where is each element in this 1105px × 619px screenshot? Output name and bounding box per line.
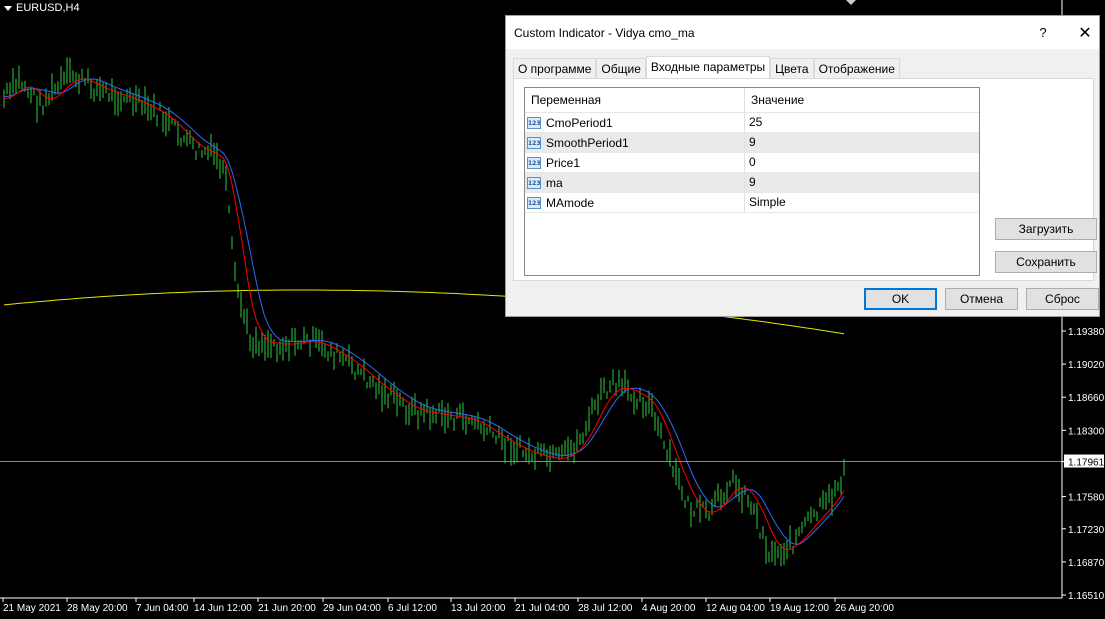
inputs-panel: Переменная Значение 123 CmoPeriod1 25 123… [513, 78, 1097, 281]
price-label: 1.19020 [1068, 360, 1105, 371]
tab-about[interactable]: О программе [513, 58, 597, 79]
load-button[interactable]: Загрузить [995, 218, 1097, 240]
time-label: 21 May 2021 [3, 603, 61, 614]
table-row[interactable]: 123 SmoothPeriod1 9 [525, 133, 979, 153]
price-label: 1.19380 [1068, 327, 1105, 338]
param-value[interactable]: 9 [745, 173, 979, 192]
integer-type-icon: 123 [527, 116, 541, 129]
time-label: 6 Jul 12:00 [388, 603, 437, 614]
price-label: 1.16870 [1068, 558, 1105, 569]
time-label: 29 Jun 04:00 [323, 603, 381, 614]
time-label: 12 Aug 04:00 [706, 603, 765, 614]
ok-button[interactable]: OK [864, 288, 937, 310]
param-value[interactable]: 25 [745, 113, 979, 132]
integer-type-icon: 123 [527, 136, 541, 149]
param-value[interactable]: 0 [745, 153, 979, 172]
time-label: 14 Jun 12:00 [194, 603, 252, 614]
time-label: 28 May 20:00 [67, 603, 128, 614]
time-label: 28 Jul 12:00 [578, 603, 633, 614]
price-label: 1.16510 [1068, 591, 1105, 602]
save-button[interactable]: Сохранить [995, 251, 1097, 273]
table-row[interactable]: 123 MAmode Simple [525, 193, 979, 213]
help-button[interactable]: ? [1036, 25, 1050, 40]
param-name: CmoPeriod1 [546, 115, 613, 130]
dialog-titlebar[interactable]: Custom Indicator - Vidya cmo_ma ? ✕ [506, 16, 1099, 49]
custom-indicator-dialog: Custom Indicator - Vidya cmo_ma ? ✕ О пр… [505, 15, 1100, 317]
table-row[interactable]: 123 CmoPeriod1 25 [525, 113, 979, 133]
dropdown-triangle-icon[interactable] [4, 5, 12, 11]
price-axis: 1.19380 1.19020 1.18660 1.18300 1.17961 1.175… [1062, 327, 1105, 602]
param-name: MAmode [546, 195, 595, 210]
price-label: 1.18300 [1068, 426, 1105, 437]
tab-visualization[interactable]: Отображение [813, 58, 900, 79]
price-label: 1.18660 [1068, 393, 1105, 404]
shift-marker-icon[interactable] [846, 0, 856, 5]
close-button[interactable]: ✕ [1075, 23, 1095, 43]
column-variable[interactable]: Переменная [525, 88, 745, 112]
time-label: 21 Jun 20:00 [258, 603, 316, 614]
time-label: 4 Aug 20:00 [642, 603, 696, 614]
reset-button[interactable]: Сброс [1026, 288, 1099, 310]
price-label: 1.17580 [1068, 493, 1105, 504]
tab-inputs[interactable]: Входные параметры [645, 56, 771, 79]
dialog-title: Custom Indicator - Vidya cmo_ma [514, 26, 695, 40]
time-label: 26 Aug 20:00 [835, 603, 894, 614]
cancel-button[interactable]: Отмена [945, 288, 1018, 310]
chart-symbol-title[interactable]: EURUSD,H4 [4, 2, 80, 14]
price-label: 1.17230 [1068, 525, 1105, 536]
time-label: 21 Jul 04:00 [515, 603, 570, 614]
integer-type-icon: 123 [527, 196, 541, 209]
table-row[interactable]: 123 ma 9 [525, 173, 979, 193]
time-label: 19 Aug 12:00 [770, 603, 829, 614]
time-label: 7 Jun 04:00 [136, 603, 189, 614]
tab-common[interactable]: Общие [596, 58, 646, 79]
symbol-label: EURUSD,H4 [16, 2, 80, 14]
column-value[interactable]: Значение [745, 88, 979, 112]
price-label: 1.17961 [1068, 458, 1105, 469]
param-name: SmoothPeriod1 [546, 135, 629, 150]
table-row[interactable]: 123 Price1 0 [525, 153, 979, 173]
time-label: 13 Jul 20:00 [451, 603, 506, 614]
param-value[interactable]: Simple [745, 193, 979, 212]
inputs-grid: Переменная Значение 123 CmoPeriod1 25 123… [524, 87, 980, 276]
param-name: ma [546, 175, 563, 190]
grid-header: Переменная Значение [525, 88, 979, 113]
integer-type-icon: 123 [527, 176, 541, 189]
param-name: Price1 [546, 155, 581, 170]
dialog-tabs: О программе Общие Входные параметры Цвет… [513, 56, 900, 79]
param-value[interactable]: 9 [745, 133, 979, 152]
integer-type-icon: 123 [527, 156, 541, 169]
tab-colors[interactable]: Цвета [770, 58, 814, 79]
time-axis: 21 May 2021 28 May 20:00 7 Jun 04:00 14 Jun… [2, 598, 894, 614]
